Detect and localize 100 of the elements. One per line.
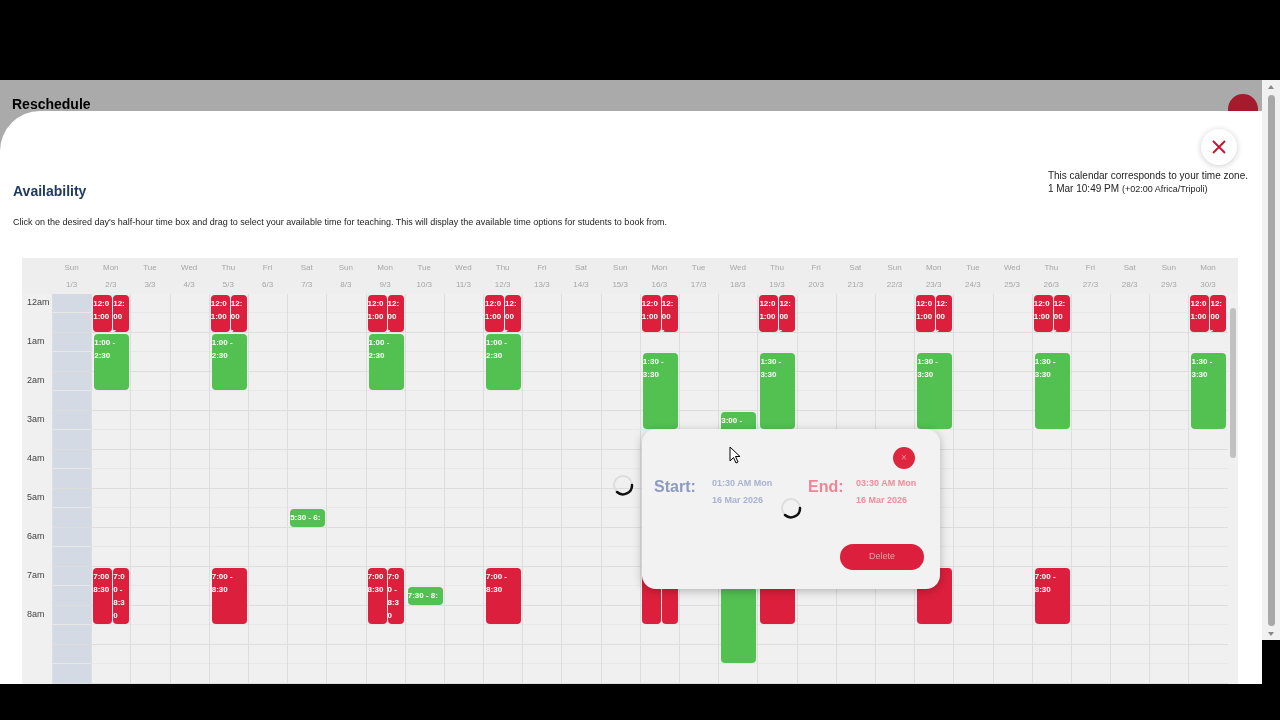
loading-spinner-icon [612, 473, 634, 496]
day-date: 15/3 [612, 278, 628, 291]
day-name: Wed [455, 261, 472, 274]
day-column[interactable] [169, 293, 209, 684]
booked-slot[interactable]: 12: 00 - [661, 294, 678, 332]
day-column[interactable]: 12:0 1:00 12: 00 - 1:00 - 2:30 7:00 8:30 7:0 0 - 8:3 0 [365, 293, 405, 684]
end-label: End: [808, 476, 844, 497]
day-date: 11/3 [455, 278, 471, 291]
day-name: Wed [181, 261, 198, 274]
day-date: 9/3 [379, 278, 391, 291]
booked-slot[interactable]: 12:0 1:00 [916, 294, 936, 332]
booked-slot[interactable]: 12:0 1:00 [641, 294, 661, 332]
hour-label: 1am [27, 335, 45, 346]
day-name: Sun [338, 261, 353, 274]
day-name: Mon [103, 261, 119, 274]
day-date: 20/3 [808, 278, 824, 291]
day-name: Tue [691, 261, 706, 274]
delete-button[interactable]: Delete [840, 543, 924, 570]
day-date: 23/3 [925, 278, 942, 291]
timezone-label: (+02:00 Africa/Tripoli) [1122, 183, 1208, 196]
day-date: 18/3 [730, 278, 746, 291]
booked-slot[interactable]: 7:00 8:30 [367, 567, 387, 624]
day-column[interactable] [1070, 293, 1111, 684]
hour-label: 3am [27, 413, 45, 424]
booked-slot[interactable]: 7:00 - 8:30 [211, 567, 247, 624]
day-date: 25/3 [1004, 278, 1020, 291]
cursor-icon [729, 445, 741, 464]
day-name: Mon [377, 261, 393, 274]
day-date: 8/3 [340, 278, 352, 291]
day-date: 14/3 [573, 278, 589, 291]
day-column[interactable] [522, 293, 562, 684]
day-date: 6/3 [261, 278, 274, 291]
day-column[interactable] [52, 293, 92, 684]
booked-slot[interactable]: 12:0 1:00 [367, 294, 387, 332]
booked-slot[interactable]: 7:00 - 8:30 [1034, 567, 1070, 624]
booked-slot[interactable]: 12:0 1:00 [210, 294, 230, 332]
booked-slot[interactable]: 7:00 8:30 [93, 567, 113, 624]
booked-slot[interactable]: 12:0 1:00 [759, 294, 779, 332]
booked-slot[interactable]: 7:00 - 8:30 [486, 567, 522, 624]
booked-slot[interactable]: 12:0 1:00 [93, 294, 113, 332]
close-button[interactable] [1228, 94, 1258, 112]
day-name: Sat [300, 261, 313, 274]
day-column[interactable] [130, 293, 170, 684]
day-date: 7/3 [301, 278, 313, 291]
day-column[interactable]: 12:0 1:00 12: 00 - 1:30 - 3:30 [1188, 293, 1228, 684]
scrollbar-thumb[interactable] [1267, 95, 1275, 626]
booked-slot[interactable]: 12: 00 - [779, 294, 796, 332]
day-date: 13/3 [534, 278, 550, 291]
day-column[interactable] [1149, 293, 1189, 684]
day-column[interactable]: 12:0 1:00 12: 00 - 1:00 - 2:30 7:00 - 8:30 [208, 293, 248, 684]
booked-slot[interactable]: 12: 00 - [1053, 294, 1070, 332]
day-name: Sat [1123, 261, 1136, 274]
backdrop-title: Reschedule [12, 97, 91, 111]
day-column[interactable] [443, 293, 484, 684]
booked-slot[interactable]: 12: 00 - [505, 294, 522, 332]
day-date: 19/3 [769, 278, 785, 291]
day-date: 24/3 [965, 278, 981, 291]
scrollbar-thumb[interactable] [1229, 307, 1236, 458]
booked-slot[interactable]: 12: 00 - [1210, 294, 1227, 332]
day-column[interactable] [1110, 293, 1150, 684]
current-time: 1 Mar 10:49 PM [1047, 182, 1120, 195]
day-date: 29/3 [1161, 278, 1177, 291]
day-date: 26/3 [1043, 278, 1060, 291]
booked-slot[interactable]: 12:0 1:00 [1190, 294, 1210, 332]
day-name: Mon [1200, 261, 1216, 274]
booked-slot[interactable]: 12: 00 - [230, 294, 247, 332]
booked-slot[interactable]: 12:0 1:00 [1033, 294, 1053, 332]
booked-slot[interactable]: 12: 00 - [936, 294, 953, 332]
day-column[interactable] [992, 293, 1032, 684]
section-heading: Availability [13, 182, 88, 201]
day-column[interactable] [247, 293, 288, 684]
day-name: Tue [966, 261, 980, 274]
timezone-note: This calendar corresponds to your time zone. [1047, 169, 1248, 182]
hour-label: 2am [27, 374, 45, 385]
scroll-up-icon[interactable] [1267, 83, 1275, 91]
booked-slot[interactable]: 7:0 0 - 8:3 0 [387, 567, 404, 624]
day-date: 30/3 [1200, 278, 1216, 291]
close-button[interactable] [1201, 129, 1237, 165]
hour-label: 8am [27, 608, 45, 619]
day-date: 2/3 [105, 278, 117, 291]
instructions-text: Click on the desired day's half-hour time box and drag to select your available time for teaching. This will display the available time options for students to book from. [13, 216, 667, 229]
scroll-down-icon[interactable] [1267, 630, 1275, 638]
day-name: Wed [1003, 261, 1021, 274]
booked-slot[interactable]: 12:0 1:00 [485, 294, 505, 332]
booked-slot[interactable]: 12: 00 - [387, 294, 404, 332]
day-name: Sun [613, 261, 628, 274]
booked-slot[interactable]: 12: 00 - [113, 294, 130, 332]
day-name: Wed [729, 261, 746, 274]
day-column[interactable] [561, 293, 601, 684]
end-value: 03:30 AM Mon 16 Mar 2026 [856, 476, 918, 507]
start-value: 01:30 AM Mon 16 Mar 2026 [712, 476, 774, 507]
day-column[interactable]: 12:0 1:00 12: 00 - 1:30 - 3:30 7:00 - 8:30 [1031, 293, 1071, 684]
available-slot[interactable] [721, 587, 757, 663]
day-column[interactable]: 12:0 1:00 12: 00 - 1:00 - 2:30 7:00 - 8:30 [483, 293, 523, 684]
hour-label: 6am [27, 530, 45, 541]
day-name: Sat [849, 261, 862, 274]
booked-slot[interactable]: 7:0 0 - 8:3 0 [113, 567, 130, 624]
day-column[interactable]: 12:0 1:00 12: 00 - 1:00 - 2:30 7:00 8:30 7:0 0 - 8:3 0 [91, 293, 131, 684]
day-date: 1/3 [66, 278, 78, 291]
day-column[interactable] [326, 293, 366, 684]
